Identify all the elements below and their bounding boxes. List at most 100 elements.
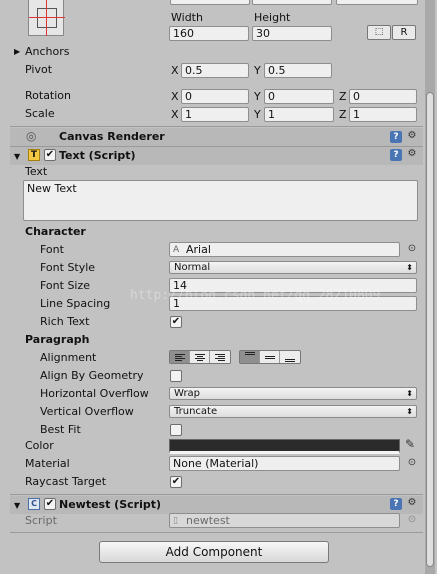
canvas-renderer-title: Canvas Renderer xyxy=(59,130,165,143)
anchors-foldout-arrow[interactable]: ▶ xyxy=(14,45,20,59)
gear-icon[interactable]: ⚙ xyxy=(406,497,418,509)
material-field[interactable]: None (Material) xyxy=(169,456,400,471)
add-component-button[interactable]: Add Component xyxy=(99,541,329,563)
raycast-target-checkbox[interactable] xyxy=(170,476,182,488)
rotation-z-field[interactable]: 0 xyxy=(349,89,417,104)
script-label: Script xyxy=(25,514,57,527)
rotation-x-field[interactable]: 0 xyxy=(181,89,249,104)
help-icon[interactable]: ? xyxy=(390,131,402,143)
watermark: http://blog.csdn.net/qq_28210809 xyxy=(130,288,381,303)
gear-icon[interactable]: ⚙ xyxy=(406,148,418,160)
object-picker-icon[interactable]: ⊙ xyxy=(406,457,418,469)
align-by-geometry-checkbox[interactable] xyxy=(170,370,182,382)
pivot-label: Pivot xyxy=(25,63,53,76)
align-by-geometry-label: Align By Geometry xyxy=(40,369,144,382)
font-value: Arial xyxy=(186,243,211,256)
newtest-script-enabled-checkbox[interactable] xyxy=(44,498,56,510)
alignment-label: Alignment xyxy=(40,351,97,364)
material-label: Material xyxy=(25,457,70,470)
script-component-icon: C xyxy=(28,498,40,510)
scale-z-axis: Z xyxy=(339,108,347,121)
text-component-icon: T xyxy=(28,149,40,161)
rotation-y-field[interactable]: 0 xyxy=(264,89,334,104)
rich-text-checkbox[interactable] xyxy=(170,316,182,328)
scale-label: Scale xyxy=(25,107,55,120)
text-script-title: Text (Script) xyxy=(59,149,136,162)
help-icon[interactable]: ? xyxy=(390,149,402,161)
text-area[interactable]: New Text xyxy=(23,180,418,221)
best-fit-checkbox[interactable] xyxy=(170,424,182,436)
pivot-y-axis: Y xyxy=(254,64,261,77)
scrollbar-thumb[interactable] xyxy=(426,92,434,567)
anchors-label[interactable]: Anchors xyxy=(25,45,70,59)
vertical-alignment-group[interactable] xyxy=(239,350,301,364)
help-icon[interactable]: ? xyxy=(390,498,402,510)
font-size-label: Font Size xyxy=(40,279,91,292)
vertical-overflow-label: Vertical Overflow xyxy=(40,405,134,418)
pivot-y-field[interactable]: 0.5 xyxy=(264,63,332,78)
divider xyxy=(10,494,423,495)
vertical-overflow-dropdown[interactable]: Truncate ⬍ xyxy=(169,405,417,418)
font-style-value: Normal xyxy=(174,262,211,273)
scale-y-axis: Y xyxy=(254,108,261,121)
script-value: newtest xyxy=(186,514,230,527)
divider xyxy=(10,532,423,533)
divider xyxy=(10,126,423,127)
pivot-x-field[interactable]: 0.5 xyxy=(181,63,249,78)
pivot-x-axis: X xyxy=(171,64,179,77)
top-field-partial-1[interactable] xyxy=(170,0,250,5)
text-label: Text xyxy=(25,165,48,178)
rotation-label: Rotation xyxy=(25,89,72,102)
width-label: Width xyxy=(171,11,203,24)
character-header: Character xyxy=(25,225,86,238)
eyedropper-icon[interactable]: ✎ xyxy=(404,438,416,450)
font-style-dropdown[interactable]: Normal ⬍ xyxy=(169,261,417,274)
object-picker-icon: ⊙ xyxy=(407,514,417,525)
foldout-arrow-icon[interactable]: ▼ xyxy=(14,150,20,164)
horizontal-overflow-dropdown[interactable]: Wrap ⬍ xyxy=(169,387,417,400)
align-right-icon[interactable] xyxy=(210,351,230,363)
text-script-enabled-checkbox[interactable] xyxy=(44,149,56,161)
align-center-icon[interactable] xyxy=(190,351,210,363)
horizontal-alignment-group[interactable] xyxy=(169,350,231,364)
horizontal-overflow-value: Wrap xyxy=(174,388,201,399)
scale-y-field[interactable]: 1 xyxy=(264,107,334,122)
align-top-icon[interactable] xyxy=(240,351,260,363)
chevron-updown-icon: ⬍ xyxy=(406,263,413,272)
line-spacing-label: Line Spacing xyxy=(40,297,111,310)
blueprint-mode-button[interactable]: ⬚ xyxy=(367,25,391,40)
scale-x-axis: X xyxy=(171,108,179,121)
rotation-z-axis: Z xyxy=(339,90,347,103)
gear-icon[interactable]: ⚙ xyxy=(406,130,418,142)
scale-x-field[interactable]: 1 xyxy=(181,107,249,122)
newtest-script-title: Newtest (Script) xyxy=(59,498,162,511)
best-fit-label: Best Fit xyxy=(40,423,81,436)
anchor-preset-widget[interactable] xyxy=(28,0,65,36)
top-field-partial-3[interactable] xyxy=(336,0,418,5)
scale-z-field[interactable]: 1 xyxy=(349,107,417,122)
object-picker-icon[interactable]: ⊙ xyxy=(406,243,418,255)
horizontal-overflow-label: Horizontal Overflow xyxy=(40,387,149,400)
color-swatch[interactable] xyxy=(169,439,400,454)
paragraph-header: Paragraph xyxy=(25,333,90,346)
chevron-updown-icon: ⬍ xyxy=(406,407,413,416)
color-label: Color xyxy=(25,439,54,452)
chevron-updown-icon: ⬍ xyxy=(406,389,413,398)
script-asset-icon: ▯ xyxy=(173,516,178,526)
height-field[interactable]: 30 xyxy=(252,26,332,41)
height-label: Height xyxy=(254,11,291,24)
font-field[interactable]: A Arial xyxy=(169,242,400,257)
align-middle-icon[interactable] xyxy=(260,351,280,363)
vertical-overflow-value: Truncate xyxy=(174,406,218,417)
canvas-renderer-icon: ◎ xyxy=(26,129,37,143)
width-field[interactable]: 160 xyxy=(169,26,249,41)
top-field-partial-2[interactable] xyxy=(252,0,332,5)
raw-edit-button[interactable]: R xyxy=(392,25,416,40)
align-bottom-icon[interactable] xyxy=(280,351,300,363)
rotation-x-axis: X xyxy=(171,90,179,103)
rich-text-label: Rich Text xyxy=(40,315,90,328)
align-left-icon[interactable] xyxy=(170,351,190,363)
foldout-arrow-icon[interactable]: ▼ xyxy=(14,499,20,513)
font-asset-icon: A xyxy=(173,245,180,255)
font-label: Font xyxy=(40,243,64,256)
